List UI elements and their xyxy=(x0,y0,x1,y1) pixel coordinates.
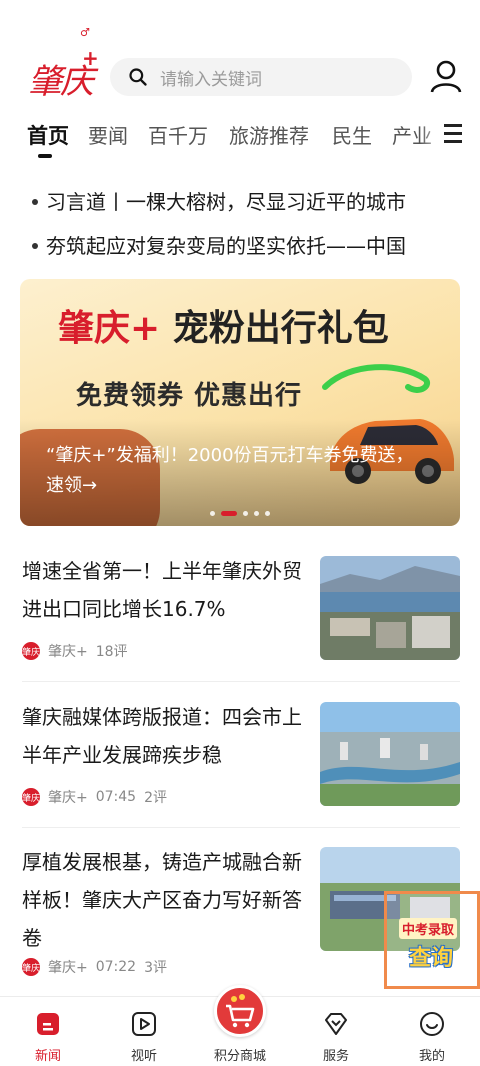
nav-label: 新闻 xyxy=(34,1049,61,1064)
logo-plus: + xyxy=(82,46,99,70)
header: ♂ 肇庆 + 请输入关键词 xyxy=(0,0,480,110)
nav-news[interactable]: 新闻 xyxy=(8,1011,88,1064)
diamond-icon xyxy=(325,1013,347,1035)
exam-query-badge[interactable]: 中考录取 查询 xyxy=(384,891,480,989)
news-thumbnail xyxy=(320,556,460,660)
news-meta: 肇庆 肇庆+ 07:45 2评 xyxy=(22,787,167,807)
nav-label: 我的 xyxy=(418,1049,445,1064)
nav-service[interactable]: 服务 xyxy=(296,1011,376,1064)
search-input[interactable]: 请输入关键词 xyxy=(110,58,412,96)
cart-icon xyxy=(226,994,255,1028)
carousel-dot[interactable] xyxy=(265,510,270,516)
active-tab-indicator xyxy=(38,154,52,158)
play-icon xyxy=(132,1012,156,1036)
carousel-dot[interactable] xyxy=(210,510,215,516)
bullet-dot xyxy=(32,198,38,205)
tab-baiqianwan[interactable]: 百千万 xyxy=(148,120,208,149)
source-logo-icon: 肇庆 xyxy=(22,958,40,976)
carousel-dot[interactable] xyxy=(254,510,259,516)
news-comments: 3评 xyxy=(144,960,168,976)
source-logo-icon: 肇庆 xyxy=(22,642,40,660)
search-icon xyxy=(129,68,147,86)
badge-bottom-text: 查询 xyxy=(409,946,454,971)
news-title: 肇庆融媒体跨版报道：四会市上半年产业发展蹄疾步稳 xyxy=(22,705,302,767)
nav-label-mall[interactable]: 积分商城 xyxy=(200,1045,280,1064)
carousel-dot-active[interactable] xyxy=(221,510,237,516)
app-logo[interactable]: ♂ 肇庆 + xyxy=(28,26,99,102)
smile-icon xyxy=(420,1012,444,1036)
news-source: 肇庆+ xyxy=(48,960,88,976)
bullet-dot xyxy=(32,242,38,249)
tab-livelihood[interactable]: 民生 xyxy=(332,120,372,149)
tab-home[interactable]: 首页 xyxy=(27,120,69,150)
headline-text: 夯筑起应对复杂变局的坚实依托——中国 xyxy=(46,234,406,258)
headline-text: 习言道丨一棵大榕树，尽显习近平的城市 xyxy=(46,190,406,214)
news-time: 07:45 xyxy=(95,789,137,805)
tab-travel[interactable]: 旅游推荐 xyxy=(229,120,309,149)
exam-query-graphic: 中考录取 查询 xyxy=(399,910,469,971)
news-thumbnail xyxy=(320,702,460,806)
divider xyxy=(22,827,460,828)
headline-item[interactable]: 习言道丨一棵大榕树，尽显习近平的城市 xyxy=(32,186,452,215)
news-icon xyxy=(37,1013,59,1035)
news-title: 增速全省第一！上半年肇庆外贸进出口同比增长16.7% xyxy=(22,559,302,621)
carousel-dots xyxy=(210,510,270,516)
nav-mine[interactable]: 我的 xyxy=(392,1011,472,1064)
app-screen: ♂ 肇庆 + 请输入关键词 首页 要闻 百千万 旅游推荐 民生 产业 习言道丨一… xyxy=(0,0,480,1066)
news-source: 肇庆+ xyxy=(48,790,88,806)
promo-banner[interactable]: 肇庆+ 宠粉出行礼包 免费领券 优惠出行 “肇庆+”发福利！2000份百元打车券… xyxy=(20,279,460,526)
search-placeholder: 请输入关键词 xyxy=(160,69,262,90)
nav-video[interactable]: 视听 xyxy=(104,1011,184,1064)
logo-mark: ♂ xyxy=(80,26,90,39)
news-item[interactable]: 肇庆融媒体跨版报道：四会市上半年产业发展蹄疾步稳 肇庆 肇庆+ 07:45 2评 xyxy=(0,698,480,838)
divider xyxy=(22,681,460,682)
menu-icon[interactable] xyxy=(444,124,466,144)
headline-item[interactable]: 夯筑起应对复杂变局的坚实依托——中国 xyxy=(32,230,452,259)
nav-label: 视听 xyxy=(130,1049,157,1064)
tab-news[interactable]: 要闻 xyxy=(88,120,128,149)
news-comments: 18评 xyxy=(95,644,128,660)
nav-label: 服务 xyxy=(322,1049,349,1064)
banner-title: 肇庆+ 宠粉出行礼包 xyxy=(58,308,389,349)
news-title: 厚植发展根基，铸造产城融合新样板！肇庆大产区奋力写好新答卷 xyxy=(22,850,302,950)
badge-top-text: 中考录取 xyxy=(399,918,458,939)
carousel-dot[interactable] xyxy=(243,510,248,516)
banner-caption: “肇庆+”发福利！2000份百元打车券免费送，速领→ xyxy=(46,445,414,496)
banner-subtitle: 免费领券 优惠出行 xyxy=(76,381,303,411)
news-meta: 肇庆 肇庆+ 18评 xyxy=(22,641,128,661)
mall-icon[interactable] xyxy=(214,985,266,1037)
news-comments: 2评 xyxy=(144,790,168,806)
news-time: 07:22 xyxy=(95,959,137,975)
news-source: 肇庆+ xyxy=(48,644,88,660)
user-icon[interactable] xyxy=(428,58,464,94)
news-meta: 肇庆 肇庆+ 07:22 3评 xyxy=(22,957,167,977)
news-item[interactable]: 增速全省第一！上半年肇庆外贸进出口同比增长16.7% 肇庆 肇庆+ 18评 xyxy=(0,552,480,692)
bottom-nav: 新闻 视听 积分商城 服务 我的 xyxy=(0,985,480,1066)
channel-tabs: 首页 要闻 百千万 旅游推荐 民生 产业 xyxy=(0,118,480,164)
source-logo-icon: 肇庆 xyxy=(22,788,40,806)
